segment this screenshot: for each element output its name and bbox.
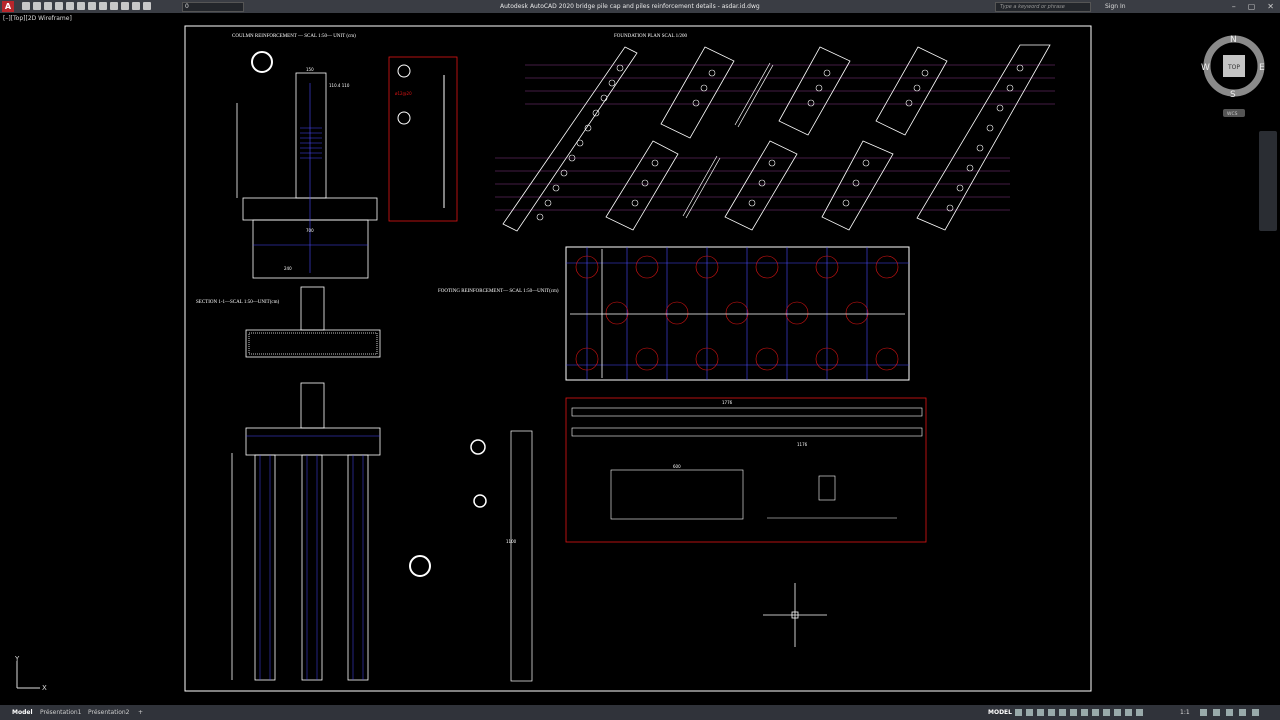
lock-icon[interactable] [132,2,140,10]
redo-icon[interactable] [99,2,107,10]
viewcube-face[interactable]: TOP [1227,64,1240,71]
dim-column-width: 150 [306,67,314,72]
viewcube-east[interactable]: E [1259,63,1265,73]
expansion-joints [682,62,774,219]
pile-bar-detail [510,430,533,682]
polar-icon[interactable] [1048,709,1055,716]
viewcube-north[interactable]: N [1230,35,1237,45]
footing-title: FOOTING REINFORCEMENT— SCAL 1:50—UNIT(cm… [438,289,559,294]
plot-icon[interactable] [66,2,74,10]
navigation-bar[interactable] [1259,131,1277,231]
footing-blue-grid [566,247,909,380]
sign-in-link[interactable]: Sign In [1105,0,1126,13]
model-space-button[interactable]: MODEL [988,705,1012,720]
save-as-icon[interactable] [55,2,63,10]
quick-access-toolbar [22,2,151,10]
plus-icon[interactable] [1213,709,1220,716]
section-1-1 [245,286,381,358]
workspace-icon[interactable] [1125,709,1132,716]
bar-detail-frame [388,56,458,222]
status-toggle-group [1015,709,1143,716]
pile-elevation [231,382,381,681]
print-icon[interactable] [77,2,85,10]
lineweight-icon[interactable] [1081,709,1088,716]
bar-schedule-shapes [571,407,923,520]
grid-icon[interactable] [1015,709,1022,716]
close-icon[interactable]: ✕ [1267,0,1274,13]
viewcube-west[interactable]: W [1201,63,1210,73]
pile-section-circle [409,555,431,577]
minimize-icon[interactable]: – [1232,0,1236,13]
color-swatch-icon[interactable] [143,2,151,10]
dim-pile-length: 1100 [506,539,517,544]
viewcube-south[interactable]: S [1230,90,1236,100]
dim-schedule-top: 1776 [722,400,733,405]
crosshair-cursor [763,583,827,647]
svg-text:X: X [42,684,47,692]
wcs-menu[interactable]: WCS [1227,111,1238,117]
ortho-icon[interactable] [1037,709,1044,716]
pile-spirals [246,435,380,680]
foundation-title: FOUNDATION PLAN SCAL 1/200 [614,34,688,39]
layer-dropdown[interactable]: 0 [182,2,244,12]
svg-text:Y: Y [14,655,20,663]
save-icon[interactable] [44,2,52,10]
gear-icon[interactable] [1200,709,1207,716]
add-layout-icon[interactable]: + [134,705,147,720]
annotation-icon[interactable] [1114,709,1121,716]
column-stirrups [253,83,368,273]
status-bar: Model Présentation1 Présentation2 + MODE… [0,705,1280,720]
selection-cycling-icon[interactable] [1103,709,1110,716]
window-controls: – ▢ ✕ [1232,0,1274,13]
ucs-icon: Y X [14,655,47,692]
lightbulb-icon[interactable] [110,2,118,10]
maximize-icon[interactable]: ▢ [1248,0,1256,13]
customization-icon[interactable] [1252,709,1259,716]
column-elevation [236,51,378,279]
footing-piles [575,255,899,371]
tab-model[interactable]: Model [8,705,37,720]
footing-plan-frame [565,246,910,381]
section-title: SECTION 1-1—SCAL 1:50—UNIT(cm) [196,300,279,305]
tab-presentation1[interactable]: Présentation1 [36,705,86,720]
transparency-icon[interactable] [1092,709,1099,716]
dim-cap-width: 700 [306,228,314,233]
otrack-icon[interactable] [1070,709,1077,716]
window-title: Autodesk AutoCAD 2020 bridge pile cap an… [500,3,760,10]
viewcube[interactable]: TOP N S E W WCS [1201,35,1265,117]
foundation-grid-lines [495,64,1055,211]
drawing-canvas[interactable]: COULMN REINFORCEMENT — SCAL 1:50— UNIT (… [0,13,1280,705]
isolate-icon[interactable] [1136,709,1143,716]
search-input[interactable]: Type a keyword or phrase [995,2,1091,12]
new-icon[interactable] [22,2,30,10]
sheet-border [184,25,1092,692]
sun-icon[interactable] [121,2,129,10]
dim-pile-spacing: 240 [284,266,292,271]
undo-icon[interactable] [88,2,96,10]
open-icon[interactable] [33,2,41,10]
snap-icon[interactable] [1026,709,1033,716]
pile-caps-plan [502,44,1051,232]
dim-schedule-mid: 1176 [797,442,808,447]
clean-screen-icon[interactable] [1239,709,1246,716]
dim-column-side: 110.4 110 [329,83,350,88]
annotation-scale[interactable]: 1:1 [1180,705,1190,720]
dim-schedule-box: 600 [673,464,681,469]
title-bar: A 0 Autodesk AutoCAD 2020 bridge pile ca… [0,0,1280,13]
hardware-acceleration-icon[interactable] [1226,709,1233,716]
autocad-app-icon[interactable]: A [2,1,14,12]
osnap-icon[interactable] [1059,709,1066,716]
column-title: COULMN REINFORCEMENT — SCAL 1:50— UNIT (… [232,34,356,39]
tab-presentation2[interactable]: Présentation2 [84,705,134,720]
bar-detail-label: ø12@20 [395,91,412,96]
